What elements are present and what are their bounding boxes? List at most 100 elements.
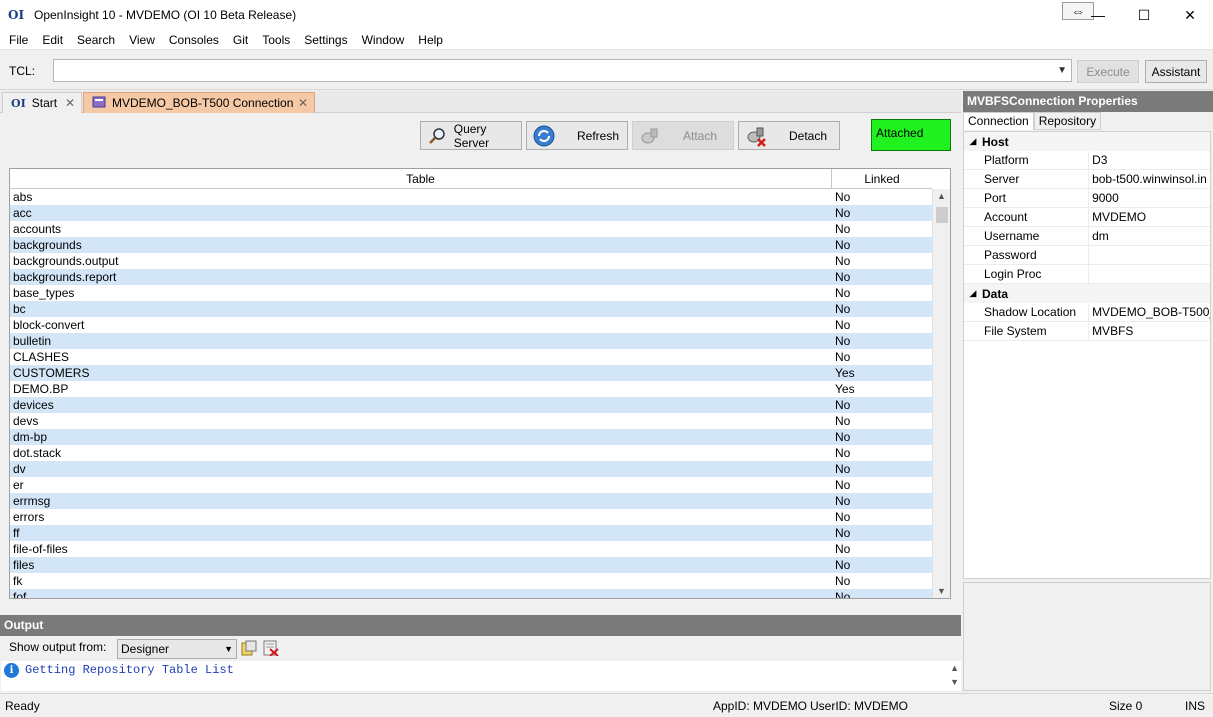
properties-panel-header: MVBFSConnection Properties [963,91,1213,112]
table-row[interactable]: dv No [10,461,932,477]
table-row[interactable]: backgrounds.output No [10,253,932,269]
property-row[interactable]: Login Proc [964,265,1210,284]
linked-cell: No [835,302,851,316]
close-icon[interactable]: ✕ [65,96,75,110]
menu-view[interactable]: View [122,31,162,49]
table-row[interactable]: bc No [10,301,932,317]
table-row[interactable]: base_types No [10,285,932,301]
table-row[interactable]: CLASHES No [10,349,932,365]
linked-cell: No [835,190,851,204]
property-value[interactable]: 9000 [1089,189,1210,207]
property-row[interactable]: File System MVBFS [964,322,1210,341]
table-row[interactable]: files No [10,557,932,573]
close-icon[interactable]: ✕ [298,96,308,110]
menu-window[interactable]: Window [355,31,412,49]
menu-consoles[interactable]: Consoles [162,31,226,49]
column-header-linked[interactable]: Linked [832,169,932,188]
property-name: Port [964,189,1090,207]
minimize-button[interactable]: — [1075,0,1121,30]
property-value[interactable]: dm [1089,227,1210,245]
property-row[interactable]: Platform D3 [964,151,1210,170]
property-row[interactable]: Password [964,246,1210,265]
menu-search[interactable]: Search [70,31,122,49]
menu-tools[interactable]: Tools [255,31,297,49]
property-row[interactable]: Server bob-t500.winwinsol.in [964,170,1210,189]
grid-header: Table Linked [10,169,932,189]
tab-start[interactable]: OI Start ✕ [2,92,82,113]
output-source-select[interactable]: Designer ▼ [117,639,237,659]
collapse-icon[interactable]: ◢ [964,288,982,299]
tab-connection-properties[interactable]: Connection [963,112,1034,130]
table-row[interactable]: backgrounds No [10,237,932,253]
tab-connection[interactable]: MVDEMO_BOB-T500 Connection ✕ [83,92,315,113]
table-row[interactable]: bulletin No [10,333,932,349]
linked-cell: No [835,318,851,332]
table-row[interactable]: CUSTOMERS Yes [10,365,932,381]
table-row[interactable]: errmsg No [10,493,932,509]
property-description-pane [963,582,1211,691]
output-source-value: Designer [121,642,170,656]
clear-output-icon[interactable] [263,640,279,657]
linked-cell: Yes [835,382,855,396]
close-button[interactable]: ✕ [1167,0,1213,30]
tab-repository[interactable]: Repository [1033,112,1102,130]
property-name: Shadow Location [964,303,1090,321]
menu-edit[interactable]: Edit [35,31,70,49]
tables-grid[interactable]: Table Linked abs No acc No accounts No backgro… [9,168,951,599]
table-row[interactable]: devices No [10,397,932,413]
property-value[interactable]: D3 [1089,151,1210,169]
property-value[interactable] [1089,246,1210,264]
menu-git[interactable]: Git [226,31,255,49]
table-row[interactable]: errors No [10,509,932,525]
table-row[interactable]: block-convert No [10,317,932,333]
property-value[interactable]: MVDEMO_BOB-T500_S [1089,303,1210,321]
detach-button[interactable]: Detach [738,121,840,150]
table-row[interactable]: fk No [10,573,932,589]
table-row[interactable]: er No [10,477,932,493]
attach-button[interactable]: Attach [632,121,734,150]
column-header-table[interactable]: Table [10,169,832,188]
query-server-button[interactable]: Query Server [420,121,522,150]
table-row[interactable]: abs No [10,189,932,205]
table-name-cell: dv [13,462,26,476]
table-row[interactable]: accounts No [10,221,932,237]
property-row[interactable]: Account MVDEMO [964,208,1210,227]
table-row[interactable]: fof No [10,589,932,598]
output-log[interactable]: i Getting Repository Table List ▲ ▼ [1,661,961,691]
scroll-up-icon[interactable]: ▲ [937,191,946,201]
table-row[interactable]: ff No [10,525,932,541]
property-row[interactable]: Username dm [964,227,1210,246]
refresh-button[interactable]: Refresh [526,121,628,150]
attached-status-badge: Attached [871,119,951,151]
table-row[interactable]: dot.stack No [10,445,932,461]
output-scrollbar[interactable]: ▲ ▼ [950,661,959,689]
menu-file[interactable]: File [2,31,35,49]
table-row[interactable]: backgrounds.report No [10,269,932,285]
assistant-button[interactable]: Assistant [1145,60,1207,83]
property-value[interactable] [1089,265,1210,283]
property-value[interactable]: bob-t500.winwinsol.in [1089,170,1210,188]
section-data[interactable]: ◢ Data [964,284,1210,303]
property-value[interactable]: MVBFS [1089,322,1210,340]
table-row[interactable]: dm-bp No [10,429,932,445]
chevron-down-icon[interactable]: ▼ [1057,65,1067,76]
linked-cell: No [835,350,851,364]
copy-output-icon[interactable] [241,640,257,656]
property-row[interactable]: Port 9000 [964,189,1210,208]
maximize-button[interactable]: ☐ [1121,0,1167,30]
collapse-icon[interactable]: ◢ [964,136,982,147]
table-row[interactable]: devs No [10,413,932,429]
tcl-input[interactable]: ▼ [53,59,1072,82]
menu-help[interactable]: Help [411,31,450,49]
execute-button[interactable]: Execute [1077,60,1139,83]
scroll-down-icon[interactable]: ▼ [937,586,946,596]
section-host[interactable]: ◢ Host [964,132,1210,151]
table-row[interactable]: acc No [10,205,932,221]
property-value[interactable]: MVDEMO [1089,208,1210,226]
grid-scrollbar[interactable]: ▲ ▼ [932,189,950,598]
property-row[interactable]: Shadow LocationMVDEMO_BOB-T500_S [964,303,1210,322]
menu-settings[interactable]: Settings [297,31,354,49]
scrollbar-thumb[interactable] [936,207,948,223]
table-row[interactable]: DEMO.BP Yes [10,381,932,397]
table-row[interactable]: file-of-files No [10,541,932,557]
